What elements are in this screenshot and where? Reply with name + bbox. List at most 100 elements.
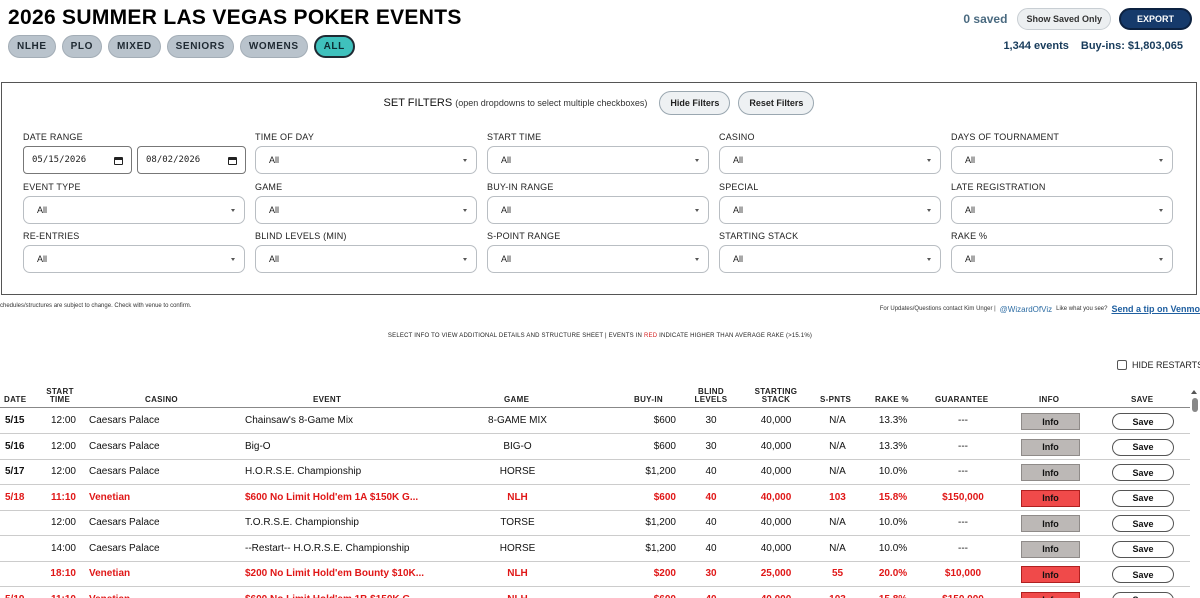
- cell-guarantee: ---: [958, 415, 968, 426]
- cell-event: H.O.R.S.E. Championship: [245, 466, 362, 477]
- cell-start-time: 12:00: [50, 517, 76, 528]
- save-button[interactable]: Save: [1112, 591, 1174, 598]
- filter-label-time-of-day: TIME OF DAY: [255, 132, 315, 142]
- scrollbar-thumb[interactable]: [1192, 398, 1198, 412]
- notice-red-word: RED: [643, 333, 658, 339]
- date-to-input[interactable]: 08/02/2026: [137, 146, 246, 174]
- chevron-down-icon: [695, 209, 699, 212]
- table-row: 5/18 11:10 Venetian $600 No Limit Hold'em 1…: [0, 486, 1190, 511]
- header-start-time[interactable]: START TIME: [44, 388, 76, 404]
- hide-filters-button[interactable]: Hide Filters: [659, 91, 731, 115]
- cell-rake: 10.0%: [878, 542, 908, 554]
- cell-blind-levels: 40: [705, 542, 717, 554]
- chip-nlhe[interactable]: NLHE: [8, 35, 56, 58]
- reset-filters-button[interactable]: Reset Filters: [738, 91, 815, 115]
- cell-casino: Caesars Palace: [89, 542, 160, 554]
- info-button[interactable]: Info: [1021, 540, 1080, 558]
- date-range-label: DATE RANGE: [23, 132, 83, 142]
- header-casino[interactable]: CASINO: [145, 396, 178, 404]
- calendar-icon[interactable]: [228, 157, 237, 165]
- cell-guarantee: $150,000: [942, 491, 984, 503]
- filter-select-late-registration[interactable]: All: [951, 196, 1173, 224]
- info-button[interactable]: Info: [1021, 464, 1080, 481]
- header-rake[interactable]: RAKE %: [875, 396, 909, 404]
- filter-select-time-of-day[interactable]: All: [255, 146, 477, 174]
- cell-starting-stack: 25,000: [760, 568, 792, 579]
- filter-select-event-type[interactable]: All: [23, 196, 245, 224]
- contact-line: For Updates/Questions contact Kim Unger …: [880, 304, 1200, 314]
- cell-game: HORSE: [499, 466, 536, 477]
- date-from-input[interactable]: 05/15/2026: [23, 146, 132, 174]
- cell-rake: 20.0%: [878, 568, 908, 579]
- filter-select-start-time[interactable]: All: [487, 146, 709, 174]
- hide-restarts-toggle[interactable]: HIDE RESTARTS: [1117, 360, 1200, 370]
- chip-plo[interactable]: PLO: [61, 35, 102, 58]
- info-button[interactable]: Info: [1021, 591, 1080, 598]
- info-button[interactable]: Info: [1021, 566, 1080, 583]
- header-buyin[interactable]: BUY-IN: [634, 396, 663, 404]
- cell-date: [5, 537, 45, 561]
- save-button[interactable]: Save: [1112, 540, 1174, 558]
- hide-restarts-checkbox[interactable]: [1117, 360, 1127, 370]
- table-row: 14:00 Caesars Palace --Restart-- H.O.R.S.E…: [0, 537, 1190, 562]
- filter-label-start-time: START TIME: [487, 132, 542, 142]
- header-guarantee[interactable]: GUARANTEE: [935, 396, 988, 404]
- export-button[interactable]: EXPORT: [1118, 8, 1192, 30]
- cell-event: Big-O: [245, 440, 271, 452]
- chevron-down-icon: [927, 159, 931, 162]
- filter-select-rake[interactable]: All: [951, 245, 1173, 273]
- filter-select-buy-in-range[interactable]: All: [487, 196, 709, 224]
- filter-select-game[interactable]: All: [255, 196, 477, 224]
- filter-select-s-point-range[interactable]: All: [487, 245, 709, 273]
- chip-seniors[interactable]: SENIORS: [166, 35, 234, 58]
- header-event[interactable]: EVENT: [313, 396, 341, 404]
- header-date[interactable]: DATE: [4, 396, 26, 404]
- show-saved-only-button[interactable]: Show Saved Only: [1017, 8, 1111, 30]
- info-button[interactable]: Info: [1021, 438, 1080, 456]
- filter-select-value: All: [965, 155, 976, 165]
- venmo-tip-link[interactable]: Send a tip on Venmo: [1111, 304, 1200, 314]
- cell-date: 5/17: [5, 466, 25, 477]
- saved-count: 0 saved: [963, 12, 1008, 26]
- save-button[interactable]: Save: [1112, 464, 1174, 481]
- header-game[interactable]: GAME: [504, 396, 529, 404]
- header-blind-levels[interactable]: BLIND LEVELS: [691, 388, 731, 404]
- filter-select-special[interactable]: All: [719, 196, 941, 224]
- cell-rake: 15.8%: [878, 491, 908, 503]
- save-button[interactable]: Save: [1112, 515, 1174, 532]
- table-row: 5/17 12:00 Caesars Palace H.O.R.S.E. Champi…: [0, 460, 1190, 485]
- info-button[interactable]: Info: [1021, 489, 1080, 507]
- save-button[interactable]: Save: [1112, 489, 1174, 507]
- filter-select-days-of-tournament[interactable]: All: [951, 146, 1173, 174]
- header-starting-stack[interactable]: STARTING STACK: [750, 388, 802, 404]
- table-row: 5/1911:10 Venetian $600 No Limit Hold'em 1…: [0, 588, 1190, 598]
- table-row: 12:00 Caesars Palace T.O.R.S.E. Championsh…: [0, 511, 1190, 536]
- filter-select-value: All: [37, 205, 48, 215]
- chip-all[interactable]: ALL: [313, 35, 355, 58]
- info-button[interactable]: Info: [1021, 515, 1080, 532]
- filter-select-starting-stack[interactable]: All: [719, 245, 941, 273]
- filter-select-re-entries[interactable]: All: [23, 245, 245, 273]
- filter-label-days-of-tournament: DAYS OF TOURNAMENT: [951, 132, 1060, 142]
- filter-select-casino[interactable]: All: [719, 146, 941, 174]
- chip-womens[interactable]: WOMENS: [239, 35, 308, 58]
- contact-handle-link[interactable]: @WizardOfViz: [1000, 305, 1052, 314]
- save-button[interactable]: Save: [1112, 438, 1174, 456]
- cell-starting-stack: 40,000: [760, 517, 792, 528]
- cell-spnts: 55: [831, 568, 844, 579]
- chip-mixed[interactable]: MIXED: [107, 35, 161, 58]
- cell-buyin: $600: [653, 491, 676, 503]
- info-button[interactable]: Info: [1021, 413, 1080, 430]
- chevron-down-icon: [1159, 159, 1163, 162]
- cell-buyin: $200: [653, 568, 676, 579]
- scroll-up-arrow[interactable]: [1191, 390, 1197, 394]
- calendar-icon[interactable]: [114, 157, 123, 165]
- cell-blind-levels: 40: [705, 491, 717, 503]
- filter-label-buy-in-range: BUY-IN RANGE: [487, 182, 554, 192]
- cell-event: --Restart-- H.O.R.S.E. Championship: [245, 542, 410, 554]
- header-spnts[interactable]: S-PNTS: [820, 396, 851, 404]
- save-button[interactable]: Save: [1112, 413, 1174, 430]
- cell-casino: Caesars Palace: [89, 440, 160, 452]
- filter-select-blind-levels-min[interactable]: All: [255, 245, 477, 273]
- save-button[interactable]: Save: [1112, 566, 1174, 583]
